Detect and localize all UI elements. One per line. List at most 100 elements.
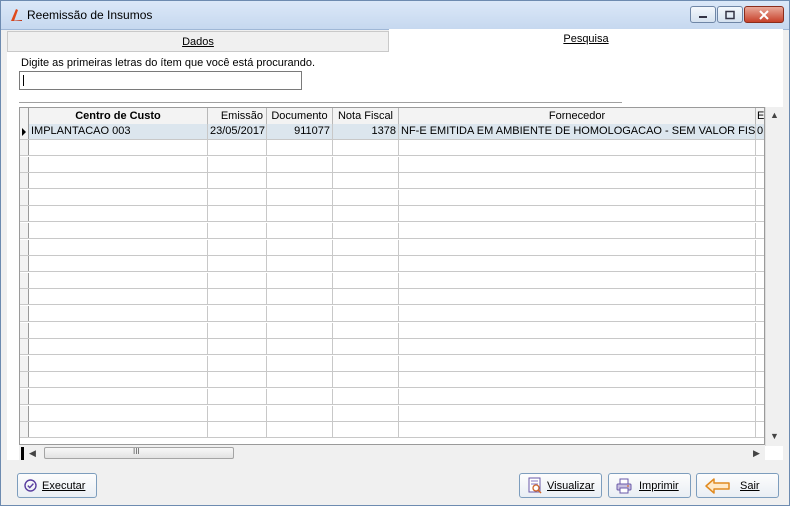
grid-cell-empty	[208, 289, 267, 305]
grid-cell-empty	[333, 239, 399, 255]
horizontal-scroll-marker	[21, 447, 24, 460]
grid-cell-empty	[399, 422, 756, 438]
column-header-er[interactable]: Er	[756, 108, 764, 124]
column-header-documento[interactable]: Documento	[267, 108, 333, 124]
grid-cell-empty	[399, 372, 756, 388]
tab-pesquisa[interactable]: Pesquisa	[389, 29, 783, 52]
column-header-emissao[interactable]: Emissão	[208, 108, 267, 124]
close-button[interactable]	[744, 6, 784, 23]
grid-cell-empty	[399, 289, 756, 305]
close-icon	[759, 9, 769, 20]
grid-cell-empty	[333, 272, 399, 288]
grid-cell-empty	[333, 355, 399, 371]
grid-cell-empty	[29, 140, 208, 155]
row-indicator-header	[20, 108, 29, 124]
app-window: Reemissão de Insumos Dados Pesquisa Digi…	[0, 0, 790, 506]
grid-cell-empty	[29, 272, 208, 288]
grid-cell-empty	[399, 306, 756, 321]
text-caret	[23, 75, 24, 86]
table-row-empty[interactable]	[20, 206, 764, 223]
table-row-empty[interactable]	[20, 389, 764, 405]
row-indicator	[20, 239, 29, 255]
grid-cell-empty	[208, 422, 267, 438]
table-row[interactable]: IMPLANTACAO 003 23/05/2017 911077 1378 N…	[20, 124, 764, 140]
minimize-button[interactable]	[690, 6, 716, 23]
row-indicator	[20, 223, 29, 238]
column-header-fornecedor[interactable]: Fornecedor	[399, 108, 756, 124]
tab-bar: Dados Pesquisa	[7, 29, 783, 52]
tab-dados-label: Dados	[182, 36, 214, 48]
horizontal-scrollbar[interactable]: ◀ III ▶	[19, 445, 765, 462]
table-row-empty[interactable]	[20, 355, 764, 372]
vertical-scrollbar[interactable]: ▲ ▼	[765, 107, 783, 446]
grid-cell-empty	[208, 239, 267, 255]
grid-cell-empty	[267, 189, 333, 205]
table-row-empty[interactable]	[20, 256, 764, 273]
sair-label: Sair	[740, 480, 760, 492]
table-row-empty[interactable]	[20, 306, 764, 322]
imprimir-label: Imprimir	[639, 480, 679, 492]
row-indicator	[20, 405, 29, 421]
table-row-empty[interactable]	[20, 223, 764, 239]
grid-cell-empty	[208, 339, 267, 355]
sair-button[interactable]: Sair	[696, 473, 779, 498]
row-indicator	[20, 256, 29, 272]
current-row-arrow-icon	[22, 128, 26, 136]
column-header-centro-de-custo[interactable]: Centro de Custo	[29, 108, 208, 124]
table-row-empty[interactable]	[20, 140, 764, 156]
executar-label: Executar	[42, 480, 86, 492]
maximize-button[interactable]	[717, 6, 743, 23]
executar-button[interactable]: Executar	[17, 473, 97, 498]
grid-cell-empty	[333, 223, 399, 238]
table-row-empty[interactable]	[20, 339, 764, 356]
grid-cell-empty	[399, 223, 756, 238]
grid-cell-empty	[267, 289, 333, 305]
scroll-up-icon[interactable]: ▲	[770, 110, 779, 120]
grid-cell-empty	[399, 322, 756, 338]
scroll-left-icon[interactable]: ◀	[29, 448, 36, 459]
grid-cell-empty	[267, 206, 333, 222]
row-indicator	[20, 372, 29, 388]
table-row-empty[interactable]	[20, 405, 764, 422]
grid-cell-empty	[29, 256, 208, 272]
grid-cell-empty	[29, 405, 208, 421]
grid-cell-empty	[208, 405, 267, 421]
scroll-down-icon[interactable]: ▼	[770, 431, 779, 441]
tab-dados[interactable]: Dados	[7, 31, 389, 52]
app-logo-icon	[10, 9, 22, 21]
grid-cell-empty	[208, 355, 267, 371]
visualizar-button[interactable]: Visualizar	[519, 473, 602, 498]
table-row-empty[interactable]	[20, 289, 764, 306]
horizontal-scroll-thumb[interactable]: III	[44, 447, 234, 459]
grid-cell-empty	[333, 189, 399, 205]
table-row-empty[interactable]	[20, 189, 764, 206]
grid-cell-empty	[399, 405, 756, 421]
grid-header: Centro de Custo Emissão Documento Nota F…	[20, 108, 764, 125]
search-input[interactable]	[19, 71, 302, 90]
grid-cell-empty	[399, 156, 756, 172]
grid-cell-empty	[333, 306, 399, 321]
grid-cell-empty	[29, 189, 208, 205]
grid-cell-empty	[29, 372, 208, 388]
table-row-empty[interactable]	[20, 272, 764, 289]
grid-cell-empty	[208, 189, 267, 205]
table-row-empty[interactable]	[20, 239, 764, 256]
table-row-empty[interactable]	[20, 422, 764, 439]
table-row-empty[interactable]	[20, 156, 764, 173]
table-row-empty[interactable]	[20, 173, 764, 190]
window-title: Reemissão de Insumos	[27, 8, 153, 22]
scroll-right-icon[interactable]: ▶	[753, 448, 760, 459]
grid-cell-empty	[29, 156, 208, 172]
row-indicator	[20, 389, 29, 404]
results-grid[interactable]: Centro de Custo Emissão Documento Nota F…	[19, 107, 765, 445]
grid-cell-empty	[267, 156, 333, 172]
grid-cell-empty	[267, 405, 333, 421]
grid-cell-empty	[267, 173, 333, 189]
cell-fornecedor: NF-E EMITIDA EM AMBIENTE DE HOMOLOGACAO …	[401, 124, 756, 139]
column-header-nota-fiscal[interactable]: Nota Fiscal	[333, 108, 399, 124]
grid-cell-empty	[208, 322, 267, 338]
imprimir-button[interactable]: Imprimir	[608, 473, 691, 498]
table-row-empty[interactable]	[20, 322, 764, 339]
table-row-empty[interactable]	[20, 372, 764, 389]
grid-cell-empty	[267, 239, 333, 255]
